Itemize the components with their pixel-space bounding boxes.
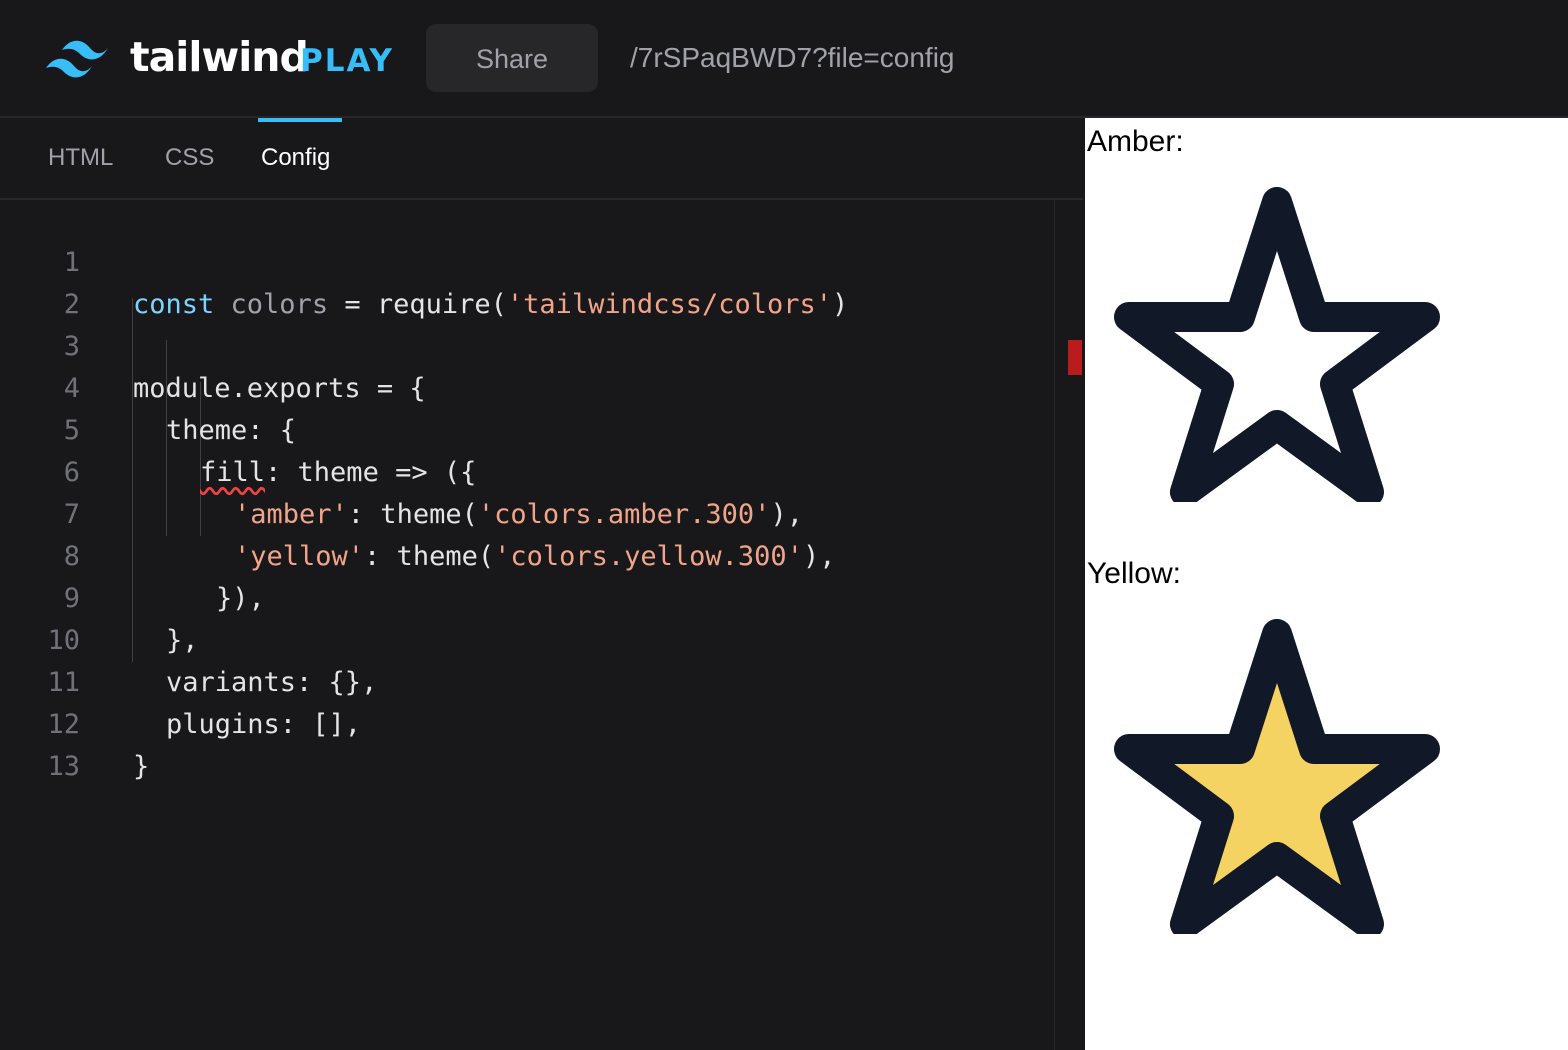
brand-suffix[interactable]: PLAY (300, 41, 394, 81)
editor-tabs: HTML CSS Config (0, 118, 1083, 200)
amber-star-shape (1114, 187, 1440, 502)
yellow-star-icon (1114, 619, 1440, 934)
code-line: 1 const colors = require('tailwindcss/co… (0, 200, 1054, 320)
share-button[interactable]: Share (426, 24, 598, 92)
share-url-path: /7rSPaqBWD7?file=config (630, 42, 955, 73)
code-token: } (133, 751, 150, 782)
code-line: 8 }), (0, 494, 1054, 614)
editor-pane: HTML CSS Config 1 const colors = require… (0, 118, 1083, 1050)
code-line: 11 plugins: [], (0, 620, 1054, 740)
tab-html[interactable]: HTML (48, 118, 113, 198)
line-number: 13 (47, 751, 80, 782)
code-line: 9 }, (0, 536, 1054, 656)
yellow-star-shape (1114, 619, 1440, 934)
code-line: 4 theme: { (0, 326, 1054, 446)
tab-config[interactable]: Config (261, 118, 330, 198)
code-line: 7 'yellow': theme('colors.yellow.300'), (0, 452, 1054, 572)
code-line: 10 variants: {}, (0, 578, 1054, 698)
amber-label: Amber: (1087, 125, 1184, 158)
tab-css[interactable]: CSS (165, 118, 214, 198)
yellow-label: Yellow: (1087, 557, 1181, 590)
error-marker[interactable] (1068, 340, 1082, 375)
editor-scrollbar[interactable] (1054, 200, 1083, 1050)
brand-name[interactable]: tailwind (130, 30, 309, 84)
tailwind-logo-icon[interactable] (44, 36, 110, 80)
code-line: 3 module.exports = { (0, 284, 1054, 404)
code-line: 6 'amber': theme('colors.amber.300'), (0, 410, 1054, 530)
amber-star-icon (1114, 187, 1440, 502)
code-line: 12 } (0, 662, 1054, 782)
code-line: 5 fill: theme => ({ (0, 368, 1054, 488)
top-bar: tailwind PLAY Share /7rSPaqBWD7?file=con… (0, 0, 1568, 118)
preview-pane: Amber: Yellow: (1083, 118, 1568, 1050)
code-line: 2 (0, 242, 1054, 320)
code-line: 13 (0, 704, 1054, 782)
code-editor[interactable]: 1 const colors = require('tailwindcss/co… (0, 200, 1054, 1050)
